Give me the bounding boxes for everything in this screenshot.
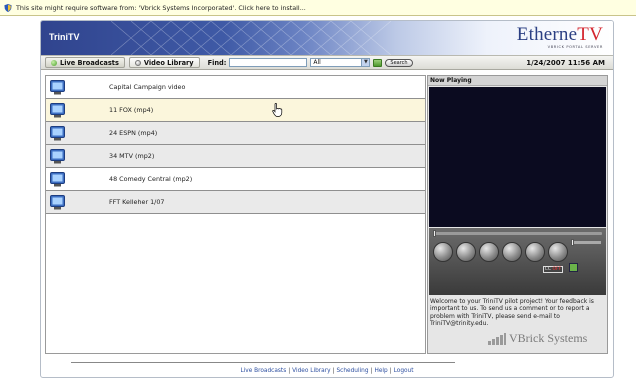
footer-separator: | <box>332 368 335 374</box>
video-player-screen[interactable] <box>429 87 606 227</box>
browser-viewport: This site might require software from: '… <box>0 0 636 383</box>
list-item[interactable]: 11 FOX (mp4) <box>46 99 425 122</box>
monitor-icon <box>50 194 65 209</box>
welcome-message: Welcome to your TriniTV pilot project! Y… <box>430 298 594 328</box>
list-item-label: 24 ESPN (mp4) <box>109 129 158 137</box>
list-item[interactable]: 48 Comedy Central (mp2) <box>46 168 425 191</box>
monitor-icon <box>50 148 65 163</box>
seek-bar[interactable] <box>433 230 602 237</box>
footer-separator: | <box>389 368 392 374</box>
header-pattern <box>111 21 392 55</box>
rewind-button[interactable] <box>433 242 453 262</box>
info-bar[interactable]: This site might require software from: '… <box>0 0 636 16</box>
portal-frame: TriniTV EtherneTV VBRICK PORTAL SERVER L… <box>40 20 614 378</box>
cc-label: CC <box>544 267 552 272</box>
broadcast-list: Capital Campaign video 11 FOX (mp4) 24 E… <box>45 75 426 354</box>
closed-caption-button[interactable]: CC OFF <box>543 266 563 273</box>
list-item[interactable]: Capital Campaign video <box>46 76 425 99</box>
tab-live-broadcasts-label: Live Broadcasts <box>60 58 119 67</box>
fast-forward-button[interactable] <box>525 242 545 262</box>
cc-state: OFF <box>552 267 562 272</box>
find-label: Find: <box>207 58 227 67</box>
brand-name-main: Etherne <box>516 24 578 45</box>
list-item-label: Capital Campaign video <box>109 83 186 91</box>
footer-divider <box>71 362 455 363</box>
monitor-icon <box>50 171 65 186</box>
volume-handle[interactable] <box>571 239 574 246</box>
search-button[interactable]: Search <box>385 58 413 67</box>
toolbar: Live Broadcasts Video Library Find: All … <box>41 55 613 70</box>
list-item[interactable]: 24 ESPN (mp4) <box>46 122 425 145</box>
scope-select-value: All <box>313 59 321 66</box>
vbrick-mark-icon <box>488 332 506 345</box>
scope-select[interactable]: All ▼ <box>310 58 371 67</box>
info-bar-text: This site might require software from: '… <box>16 3 306 12</box>
footer-link-live-broadcasts[interactable]: Live Broadcasts <box>240 368 286 374</box>
find-input[interactable] <box>229 58 308 67</box>
mute-button[interactable] <box>548 242 568 262</box>
tab-live-broadcasts[interactable]: Live Broadcasts <box>45 57 125 68</box>
live-dot-icon <box>51 59 57 66</box>
footer-separator: | <box>288 368 291 374</box>
seek-handle[interactable] <box>433 230 436 237</box>
vbrick-name: VBrick Systems <box>509 331 588 345</box>
current-datetime: 1/24/2007 11:56 AM <box>526 58 605 67</box>
list-item[interactable]: 34 MTV (mp2) <box>46 145 425 168</box>
footer-separator: | <box>370 368 373 374</box>
volume-slider[interactable] <box>571 239 601 246</box>
list-item[interactable]: FFT Kelleher 1/07 <box>46 191 425 214</box>
app-title: TriniTV <box>49 32 80 42</box>
list-item-label: 34 MTV (mp2) <box>109 152 155 160</box>
brand-subtitle: VBRICK PORTAL SERVER <box>547 45 603 49</box>
portal-header: TriniTV EtherneTV VBRICK PORTAL SERVER <box>41 21 613 55</box>
tab-video-library[interactable]: Video Library <box>128 57 200 68</box>
footer-link-help[interactable]: Help <box>374 368 387 374</box>
play-button[interactable] <box>456 242 476 262</box>
footer-link-logout[interactable]: Logout <box>394 368 414 374</box>
vbrick-logo: VBrick Systems <box>488 331 587 346</box>
footer-link-scheduling[interactable]: Scheduling <box>336 368 368 374</box>
brand-name-tv: TV <box>577 24 603 45</box>
footer-link-video-library[interactable]: Video Library <box>292 368 330 374</box>
player-controls: CC OFF <box>429 228 606 295</box>
now-playing-title: Now Playing <box>428 76 607 86</box>
brand-name: EtherneTV <box>517 25 603 44</box>
tab-video-library-label: Video Library <box>143 58 194 67</box>
footer-links: Live Broadcasts | Video Library | Scheduling… <box>41 368 613 374</box>
ethernetv-logo: EtherneTV VBRICK PORTAL SERVER <box>517 25 603 49</box>
monitor-icon <box>50 102 65 117</box>
list-item-label: 48 Comedy Central (mp2) <box>109 175 193 183</box>
chevron-down-icon: ▼ <box>361 59 370 66</box>
list-item-label: 11 FOX (mp4) <box>109 106 154 114</box>
library-dot-icon <box>134 59 141 66</box>
monitor-icon <box>50 125 65 140</box>
hand-cursor-icon <box>272 103 283 117</box>
shield-icon <box>4 3 12 12</box>
monitor-icon <box>50 79 65 94</box>
fullscreen-icon[interactable] <box>569 263 578 272</box>
now-playing-panel: Now Playing CC OFF Welcome to your Trini… <box>427 75 608 354</box>
list-item-label: FFT Kelleher 1/07 <box>109 198 165 206</box>
stop-button[interactable] <box>502 242 522 262</box>
pause-button[interactable] <box>479 242 499 262</box>
go-arrow-icon[interactable] <box>373 58 383 67</box>
